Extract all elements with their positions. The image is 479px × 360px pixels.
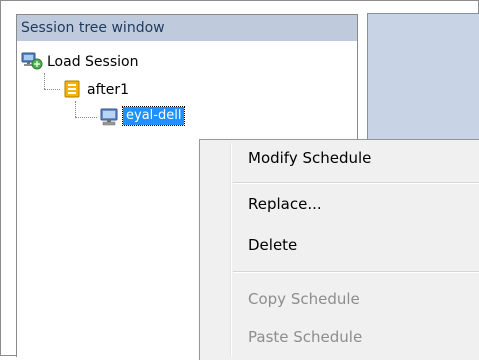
tree-item-load-session[interactable]: Load Session [21,51,221,73]
tree-connector [44,89,60,90]
schedule-folder-icon [64,80,80,98]
menu-item-copy-schedule[interactable]: Copy Schedule [202,284,478,314]
tree-connector [44,73,45,89]
menu-separator [233,271,479,273]
menu-item-modify-schedule[interactable]: Modify Schedule [202,143,478,173]
load-session-icon [21,52,43,70]
tree-item-label: Load Session [47,54,139,70]
computer-icon [100,108,118,126]
menu-item-replace[interactable]: Replace... [202,189,478,219]
menu-separator [233,182,479,184]
tree-item-label: after1 [87,82,130,98]
menu-item-paste-schedule[interactable]: Paste Schedule [202,322,478,352]
session-tree-title: Session tree window [17,15,357,41]
tree-item-label: eyal-dell [121,106,186,126]
tree-item-eyal-dell[interactable]: eyal-dell [99,106,299,129]
tree-connector [75,101,76,117]
menu-item-delete[interactable]: Delete [202,230,478,260]
tree-item-after1[interactable]: after1 [63,79,263,101]
context-menu: Modify Schedule Replace... Delete Copy S… [199,139,479,360]
tree-connector [75,117,97,118]
